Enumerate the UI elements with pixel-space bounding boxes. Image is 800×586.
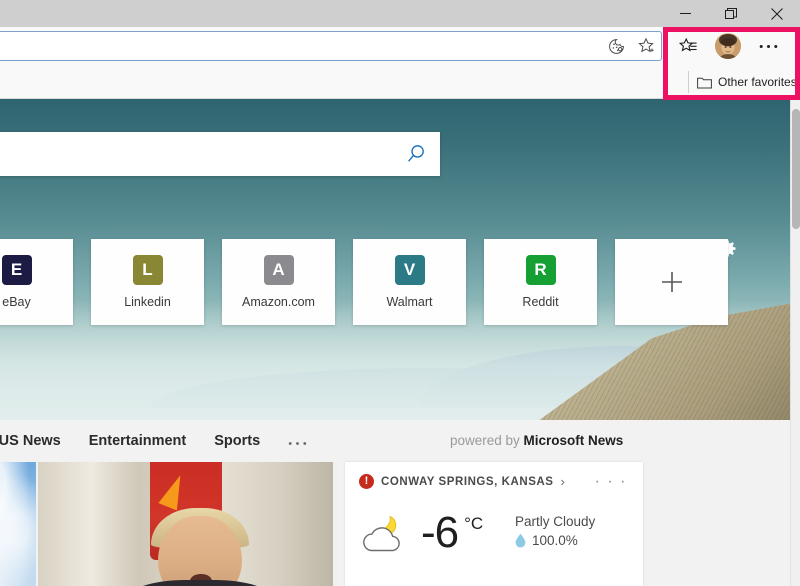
tile-label: Linkedin bbox=[124, 295, 171, 309]
news-tab[interactable]: Sports bbox=[214, 433, 260, 449]
news-category-tabs: ories US News Entertainment Sports bbox=[0, 420, 307, 462]
ellipsis-icon bbox=[759, 44, 777, 48]
tile-label: Reddit bbox=[522, 295, 559, 309]
address-bar[interactable] bbox=[0, 31, 662, 61]
quick-link-tile[interactable]: V Walmart bbox=[353, 239, 466, 325]
plus-icon bbox=[661, 272, 682, 292]
window-controls bbox=[662, 0, 800, 27]
water-drop-icon bbox=[515, 533, 526, 548]
search-icon bbox=[408, 145, 424, 162]
quick-links-row: E eBay L Linkedin A Amazon.com V Walmart… bbox=[0, 239, 728, 325]
weather-location-label: CONWAY SPRINGS, KANSAS bbox=[381, 475, 554, 488]
other-favorites-label: Other favorites bbox=[718, 75, 797, 89]
edge-browser-window: tes now Other favorites bbox=[0, 0, 800, 586]
star-plus-icon[interactable] bbox=[631, 32, 661, 60]
search-submit-button[interactable] bbox=[392, 132, 440, 176]
quick-link-tile[interactable]: E eBay bbox=[0, 239, 73, 325]
news-card-lead-photo[interactable] bbox=[38, 462, 333, 586]
tile-label: Amazon.com bbox=[242, 295, 315, 309]
close-button[interactable] bbox=[754, 0, 800, 27]
weather-card-header[interactable]: ! CONWAY SPRINGS, KANSAS › bbox=[359, 474, 565, 489]
news-card-thumbnail-sky[interactable] bbox=[0, 462, 36, 586]
partly-cloudy-night-icon bbox=[359, 510, 415, 556]
restore-button[interactable] bbox=[708, 0, 754, 27]
cookie-icon[interactable] bbox=[601, 32, 631, 60]
weather-card[interactable]: ! CONWAY SPRINGS, KANSAS › · · · -6 °C P… bbox=[345, 462, 643, 586]
chevron-right-icon[interactable]: › bbox=[561, 474, 565, 489]
quick-link-tile[interactable]: A Amazon.com bbox=[222, 239, 335, 325]
tile-badge: L bbox=[132, 255, 163, 285]
weather-condition: Partly Cloudy bbox=[515, 514, 596, 529]
close-icon bbox=[771, 7, 783, 20]
profile-button[interactable] bbox=[708, 27, 748, 65]
powered-brand: Microsoft News bbox=[523, 433, 624, 448]
news-tab[interactable]: Entertainment bbox=[89, 433, 187, 449]
weather-unit: °C bbox=[464, 514, 484, 533]
address-input[interactable] bbox=[0, 32, 601, 60]
quick-link-tile[interactable]: R Reddit bbox=[484, 239, 597, 325]
browser-toolbar bbox=[0, 27, 800, 65]
collections-icon bbox=[678, 37, 697, 51]
tile-badge: E bbox=[1, 255, 32, 285]
powered-prefix: powered by bbox=[450, 433, 524, 448]
tile-label: Walmart bbox=[386, 295, 433, 309]
restore-icon bbox=[725, 7, 737, 19]
new-tab-hero: E eBay L Linkedin A Amazon.com V Walmart… bbox=[0, 99, 790, 420]
weather-humidity-row: 100.0% bbox=[515, 533, 595, 548]
scrollbar-thumb[interactable] bbox=[792, 109, 800, 229]
quick-link-tile[interactable]: L Linkedin bbox=[91, 239, 204, 325]
tile-badge: V bbox=[394, 255, 425, 285]
collections-button[interactable] bbox=[668, 27, 708, 65]
weather-details: Partly Cloudy 100.0% bbox=[515, 514, 595, 548]
other-favorites-folder[interactable]: Other favorites bbox=[688, 71, 797, 93]
photo-suit bbox=[126, 580, 274, 586]
ellipsis-icon bbox=[288, 442, 307, 445]
tile-badge: A bbox=[263, 255, 294, 285]
news-category-bar: ories US News Entertainment Sports power… bbox=[0, 420, 790, 462]
tile-label: eBay bbox=[2, 295, 31, 309]
weather-current: -6 °C bbox=[359, 510, 483, 556]
weather-card-more-button[interactable]: · · · bbox=[595, 473, 627, 491]
add-quick-link-button[interactable] bbox=[615, 239, 728, 325]
window-title-bar bbox=[0, 0, 800, 27]
avatar-photo bbox=[715, 33, 741, 59]
web-search-box[interactable] bbox=[0, 132, 440, 176]
settings-and-more-button[interactable] bbox=[748, 27, 788, 65]
weather-humidity-value: 100.0% bbox=[532, 533, 578, 548]
news-feed: ! CONWAY SPRINGS, KANSAS › · · · -6 °C P… bbox=[0, 462, 790, 586]
toolbar-right-actions bbox=[668, 27, 788, 65]
alert-circle-icon[interactable]: ! bbox=[359, 474, 374, 489]
minimize-icon bbox=[679, 13, 691, 14]
favorites-bar: tes now Other favorites bbox=[0, 65, 800, 99]
page-scrollbar[interactable] bbox=[790, 99, 800, 586]
powered-by-label: powered by Microsoft News bbox=[450, 433, 623, 448]
weather-temperature: -6 bbox=[421, 508, 459, 557]
tile-badge: R bbox=[525, 255, 556, 285]
news-tabs-overflow-button[interactable] bbox=[288, 431, 307, 451]
avatar bbox=[715, 33, 741, 59]
news-tab[interactable]: US News bbox=[0, 433, 61, 449]
search-input[interactable] bbox=[0, 133, 392, 175]
folder-icon bbox=[697, 76, 712, 89]
minimize-button[interactable] bbox=[662, 0, 708, 27]
